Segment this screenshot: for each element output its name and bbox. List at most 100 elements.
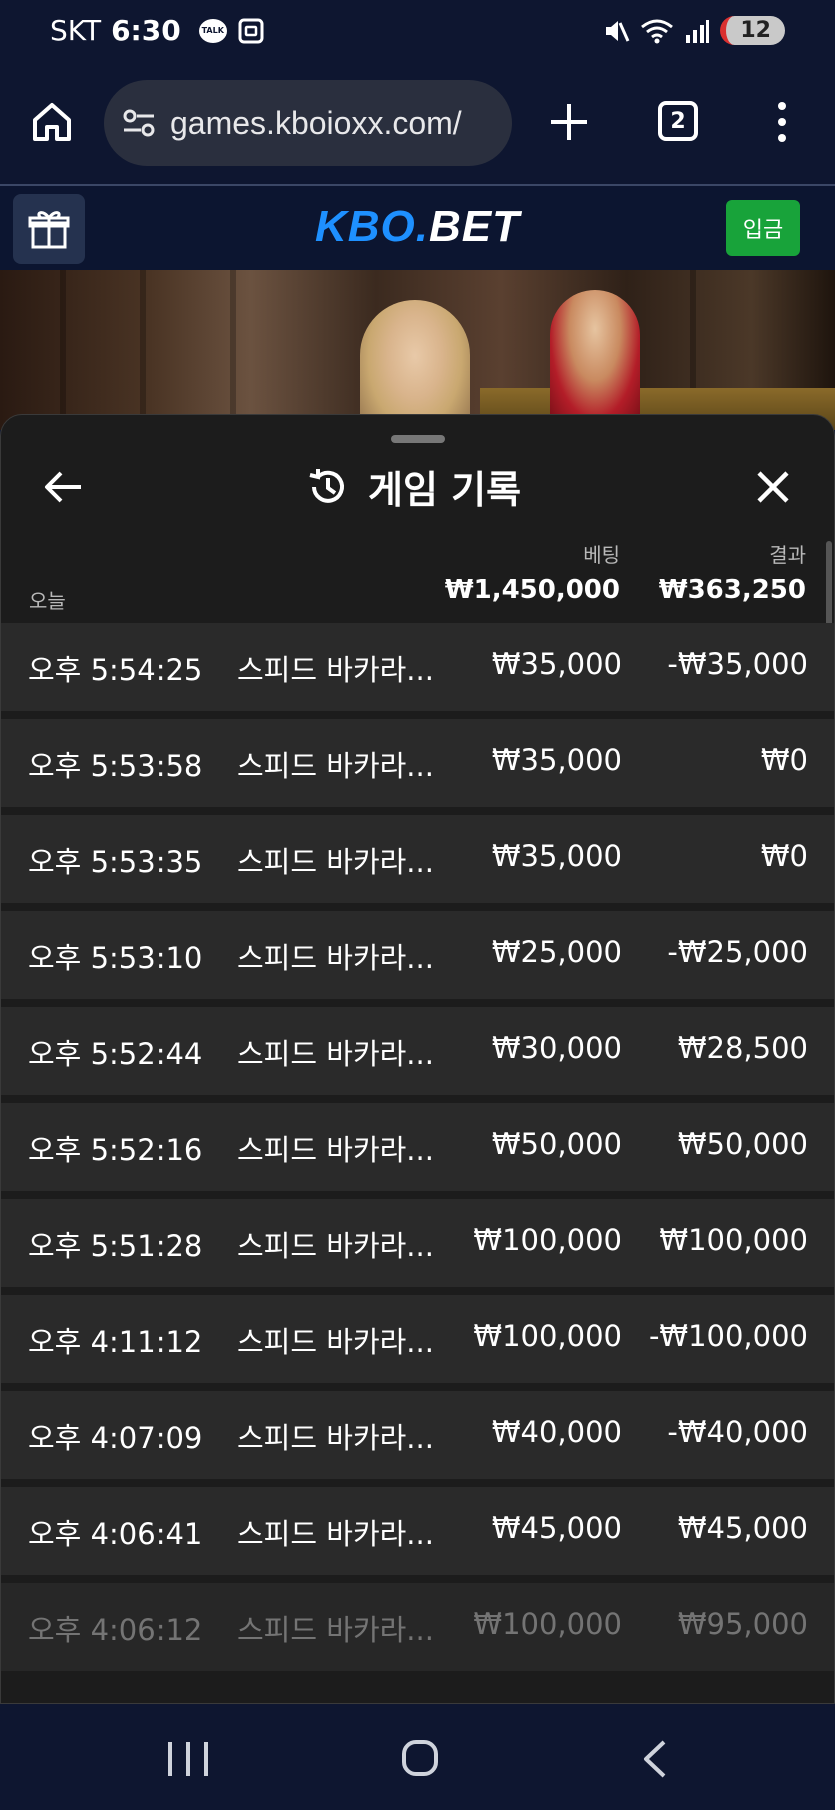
table-row[interactable]: 오후 4:07:09 스피드 바카라... ₩40,000 -₩40,000 [1,1391,834,1479]
logo-part1: KBO. [315,202,429,251]
row-bet: ₩100,000 [473,1223,622,1257]
row-time: 오후 5:53:10 [28,941,203,975]
day-label: 오늘 [29,589,66,613]
row-result: ₩0 [760,839,808,873]
live-video [0,270,835,430]
wifi-icon [641,19,674,43]
row-game: 스피드 바카라... [237,1517,434,1551]
curtain-fold [60,270,66,430]
row-time: 오후 4:07:09 [28,1421,203,1455]
home-nav-icon[interactable] [402,1740,438,1776]
table-row[interactable]: 오후 5:54:25 스피드 바카라... ₩35,000 -₩35,000 [1,623,834,711]
dealer-figure [360,300,470,430]
curtain-fold [140,270,146,430]
row-time: 오후 5:54:25 [28,653,203,687]
row-time: 오후 5:52:44 [28,1037,203,1071]
row-game: 스피드 바카라... [237,1037,434,1071]
row-result: ₩28,500 [677,1031,808,1065]
row-bet: ₩100,000 [473,1319,622,1353]
bet-total: ₩1,450,000 [444,575,620,605]
table-row[interactable]: 오후 4:06:41 스피드 바카라... ₩45,000 ₩45,000 [1,1487,834,1575]
table-row[interactable]: 오후 5:53:35 스피드 바카라... ₩35,000 ₩0 [1,815,834,903]
row-bet: ₩25,000 [491,935,622,969]
row-bet: ₩35,000 [491,743,622,777]
row-time: 오후 5:52:16 [28,1133,203,1167]
row-bet: ₩100,000 [473,1607,622,1641]
screenshot-icon [238,18,264,43]
home-icon[interactable] [30,100,74,144]
kakaotalk-icon: TALK [198,18,227,43]
row-time: 오후 4:06:41 [28,1517,203,1551]
row-bet: ₩45,000 [491,1511,622,1545]
row-game: 스피드 바카라... [237,749,434,783]
clock: 6:30 [111,14,181,47]
row-game: 스피드 바카라... [237,1421,434,1455]
row-game: 스피드 바카라... [237,653,434,687]
row-time: 오후 4:06:12 [28,1613,203,1647]
row-game: 스피드 바카라... [237,1325,434,1359]
address-bar[interactable]: games.kboioxx.com/ [104,80,512,166]
notification-badge: 12 [720,16,785,45]
table-row[interactable]: 오후 5:52:44 스피드 바카라... ₩30,000 ₩28,500 [1,1007,834,1095]
table-row[interactable]: 오후 5:53:10 스피드 바카라... ₩25,000 -₩25,000 [1,911,834,999]
status-left: SKT 6:30 TALK [50,14,265,47]
drag-handle[interactable] [391,435,445,443]
tabs-icon[interactable]: 2 [658,101,698,141]
row-bet: ₩35,000 [491,647,622,681]
row-game: 스피드 바카라... [237,1229,434,1263]
curtain-fold [230,270,236,430]
table-row[interactable]: 오후 5:51:28 스피드 바카라... ₩100,000 ₩100,000 [1,1199,834,1287]
row-result: ₩45,000 [677,1511,808,1545]
row-time: 오후 5:51:28 [28,1229,203,1263]
table-row[interactable]: 오후 5:52:16 스피드 바카라... ₩50,000 ₩50,000 [1,1103,834,1191]
row-game: 스피드 바카라... [237,1133,434,1167]
history-icon [309,468,344,503]
row-result: -₩25,000 [667,935,808,969]
close-icon[interactable] [751,465,795,509]
row-result: ₩0 [760,743,808,777]
result-header: 결과 [769,543,806,567]
status-right: 12 [602,16,785,45]
row-result: ₩50,000 [677,1127,808,1161]
dealer-figure [550,290,640,420]
row-result: ₩100,000 [659,1223,808,1257]
mute-icon [606,20,630,42]
site-logo[interactable]: KBO.BET [0,202,835,252]
row-bet: ₩30,000 [491,1031,622,1065]
row-time: 오후 4:11:12 [28,1325,203,1359]
row-bet: ₩50,000 [491,1127,622,1161]
row-result: ₩95,000 [677,1607,808,1641]
signal-icon [686,19,710,43]
sheet-title: 게임 기록 [306,459,521,514]
table-row[interactable]: 오후 5:53:58 스피드 바카라... ₩35,000 ₩0 [1,719,834,807]
row-result: -₩40,000 [667,1415,808,1449]
site-settings-icon[interactable] [122,108,156,138]
row-time: 오후 5:53:58 [28,749,203,783]
more-vert-icon[interactable] [770,100,794,144]
row-game: 스피드 바카라... [237,941,434,975]
row-result: -₩35,000 [667,647,808,681]
logo-part2: BET [429,202,520,251]
system-nav-bar [0,1704,835,1810]
url-text[interactable]: games.kboioxx.com/ [170,105,462,142]
result-total: ₩363,250 [658,575,806,605]
history-list: 오후 5:54:25 스피드 바카라... ₩35,000 -₩35,000 오… [1,623,834,1679]
status-bar: SKT 6:30 TALK 12 [0,0,835,70]
deposit-button[interactable]: 입금 [726,200,800,256]
game-history-sheet: 게임 기록 오늘 베팅 결과 ₩1,450,000 ₩363,250 오후 5:… [0,414,835,1704]
row-bet: ₩40,000 [491,1415,622,1449]
row-time: 오후 5:53:35 [28,845,203,879]
row-game: 스피드 바카라... [237,1613,434,1647]
table-row[interactable]: 오후 4:11:12 스피드 바카라... ₩100,000 -₩100,000 [1,1295,834,1383]
table-row[interactable]: 오후 4:06:12 스피드 바카라... ₩100,000 ₩95,000 [1,1583,834,1671]
back-nav-icon[interactable] [640,1738,670,1780]
back-arrow-icon[interactable] [41,465,85,509]
carrier-label: SKT [50,14,102,47]
site-header: KBO.BET 입금 [0,184,835,270]
plus-icon[interactable] [545,98,593,146]
bet-header: 베팅 [583,543,620,567]
recent-apps-icon[interactable] [168,1742,208,1778]
row-bet: ₩35,000 [491,839,622,873]
row-game: 스피드 바카라... [237,845,434,879]
row-result: -₩100,000 [648,1319,808,1353]
